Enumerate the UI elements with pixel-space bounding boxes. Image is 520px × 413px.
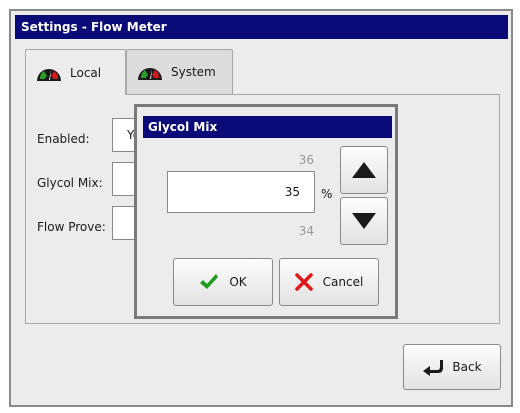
next-value-hint: 36: [298, 153, 314, 167]
enabled-label: Enabled:: [37, 132, 90, 146]
flow-prove-label: Flow Prove:: [37, 220, 106, 234]
increment-button[interactable]: [340, 146, 388, 194]
tab-system-label: System: [171, 65, 216, 79]
tab-local[interactable]: Local: [25, 49, 126, 95]
cancel-button[interactable]: Cancel: [279, 258, 379, 306]
back-button-label: Back: [452, 360, 482, 374]
decrement-button[interactable]: [340, 197, 388, 245]
tab-local-label: Local: [70, 65, 102, 80]
ok-button[interactable]: OK: [173, 258, 273, 306]
prev-value-hint: 34: [298, 224, 314, 238]
window-title: Settings - Flow Meter: [15, 15, 508, 39]
gauge-icon: [138, 68, 162, 80]
percent-unit: %: [321, 187, 333, 201]
checkmark-icon: [200, 274, 219, 289]
dialog-title: Glycol Mix: [143, 116, 392, 138]
back-arrow-icon: [423, 360, 444, 376]
close-x-icon: [294, 273, 313, 291]
tab-system[interactable]: System: [126, 49, 233, 94]
triangle-down-icon: [352, 213, 376, 229]
ok-button-label: OK: [229, 275, 247, 289]
gauge-icon: [37, 68, 61, 81]
cancel-button-label: Cancel: [322, 275, 364, 289]
glycol-mix-input[interactable]: 35: [167, 171, 315, 213]
glycol-mix-dialog: Glycol Mix 36 35 % 34 OK Cancel: [134, 104, 398, 319]
glycol-mix-label: Glycol Mix:: [37, 176, 103, 190]
back-button[interactable]: Back: [403, 344, 501, 390]
triangle-up-icon: [352, 162, 376, 178]
